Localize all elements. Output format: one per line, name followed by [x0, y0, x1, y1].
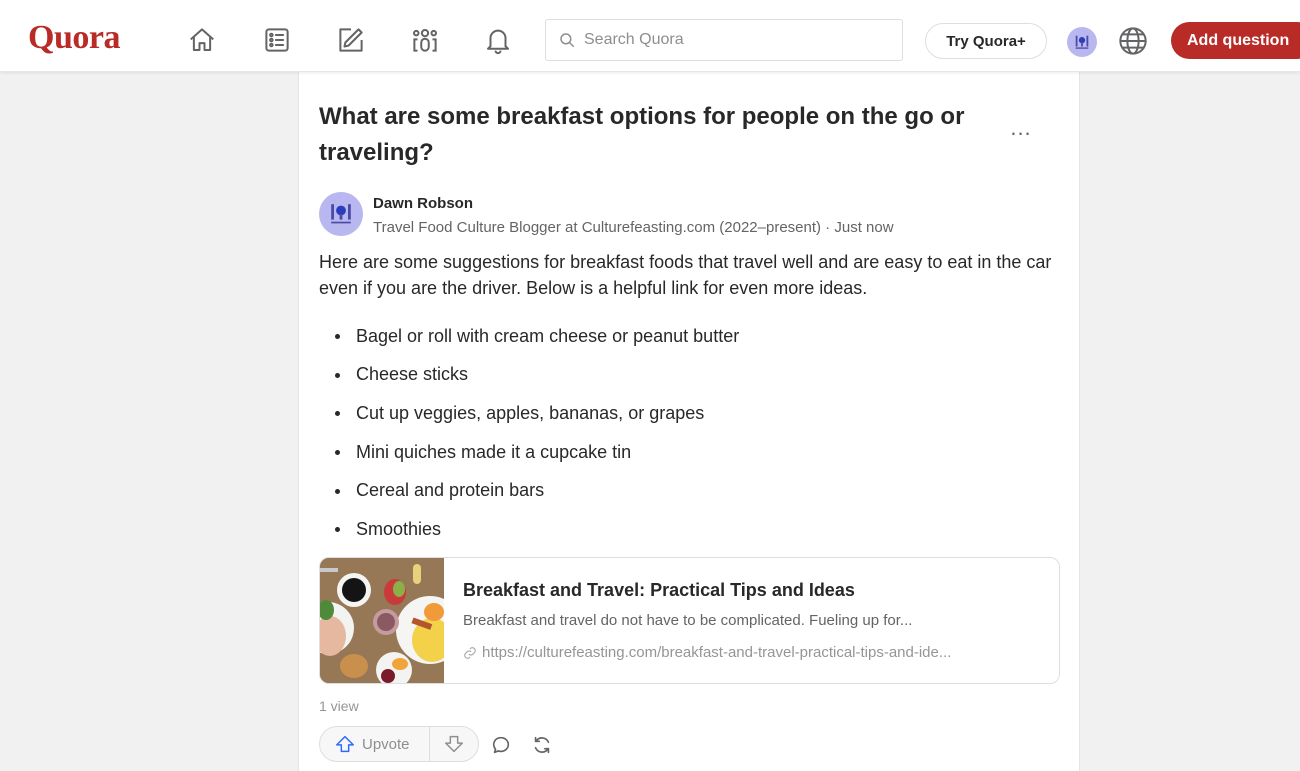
- language-button[interactable]: [1117, 25, 1149, 57]
- upvote-arrow-icon: [336, 735, 354, 753]
- answer-list: Bagel or roll with cream cheese or peanu…: [319, 317, 739, 549]
- avatar-logo-icon: [331, 204, 351, 224]
- list-item: Bagel or roll with cream cheese or peanu…: [319, 317, 739, 356]
- nav-answer[interactable]: [335, 24, 367, 56]
- home-icon: [190, 28, 214, 51]
- list-item: Mini quiches made it a cupcake tin: [319, 433, 739, 472]
- downvote-arrow-icon: [445, 735, 463, 753]
- search-box[interactable]: [545, 19, 903, 61]
- search-icon: [560, 33, 575, 48]
- answer-card: What are some breakfast options for peop…: [298, 71, 1080, 771]
- list-item: Cheese sticks: [319, 356, 739, 395]
- edit-icon: [339, 28, 363, 52]
- bell-icon: [487, 29, 509, 55]
- link-card-url-row: https://culturefeasting.com/breakfast-an…: [463, 644, 951, 661]
- view-count: 1 view: [319, 698, 359, 714]
- nav-following[interactable]: [261, 24, 293, 56]
- add-question-button[interactable]: Add question: [1171, 22, 1300, 59]
- search-input[interactable]: [582, 30, 886, 50]
- credential-separator: ·: [821, 219, 835, 236]
- more-options-button[interactable]: ...: [1005, 117, 1037, 143]
- link-icon: [464, 646, 476, 659]
- upvote-button[interactable]: Upvote: [320, 727, 430, 761]
- author-credential-line: Travel Food Culture Blogger at Culturefe…: [373, 219, 894, 236]
- link-preview-card[interactable]: Breakfast and Travel: Practical Tips and…: [319, 557, 1060, 684]
- share-button[interactable]: [528, 731, 556, 759]
- link-card-title: Breakfast and Travel: Practical Tips and…: [463, 580, 855, 600]
- nav-spaces[interactable]: [409, 24, 441, 56]
- author-name[interactable]: Dawn Robson: [373, 195, 473, 212]
- nav-notifications[interactable]: [482, 24, 514, 56]
- author-credential[interactable]: Travel Food Culture Blogger at Culturefe…: [373, 219, 821, 236]
- link-card-url: https://culturefeasting.com/breakfast-an…: [482, 644, 952, 661]
- nav-home[interactable]: [186, 24, 218, 56]
- answer-timestamp[interactable]: Just now: [834, 219, 893, 236]
- list-item: Smoothies: [319, 510, 739, 549]
- question-title[interactable]: What are some breakfast options for peop…: [319, 99, 999, 171]
- list-item: Cut up veggies, apples, bananas, or grap…: [319, 394, 739, 433]
- globe-icon: [1119, 27, 1147, 55]
- comment-button[interactable]: [487, 731, 515, 759]
- top-navigation-bar: Quora Try Quora+ Add question: [0, 0, 1300, 72]
- avatar-logo-icon: [1075, 35, 1089, 49]
- vote-controls: Upvote: [319, 726, 479, 762]
- list-item: Cereal and protein bars: [319, 471, 739, 510]
- downvote-button[interactable]: [430, 727, 478, 761]
- link-card-description: Breakfast and travel do not have to be c…: [463, 612, 913, 629]
- people-icon: [413, 29, 438, 52]
- author-avatar[interactable]: [319, 192, 363, 236]
- upvote-label: Upvote: [362, 735, 410, 753]
- link-thumbnail-image: [320, 558, 444, 683]
- list-icon: [265, 28, 289, 52]
- try-quora-plus-button[interactable]: Try Quora+: [925, 23, 1047, 59]
- quora-logo[interactable]: Quora: [28, 18, 120, 58]
- profile-avatar[interactable]: [1067, 27, 1097, 57]
- more-icon: ...: [1010, 115, 1032, 140]
- answer-intro: Here are some suggestions for breakfast …: [319, 252, 1052, 298]
